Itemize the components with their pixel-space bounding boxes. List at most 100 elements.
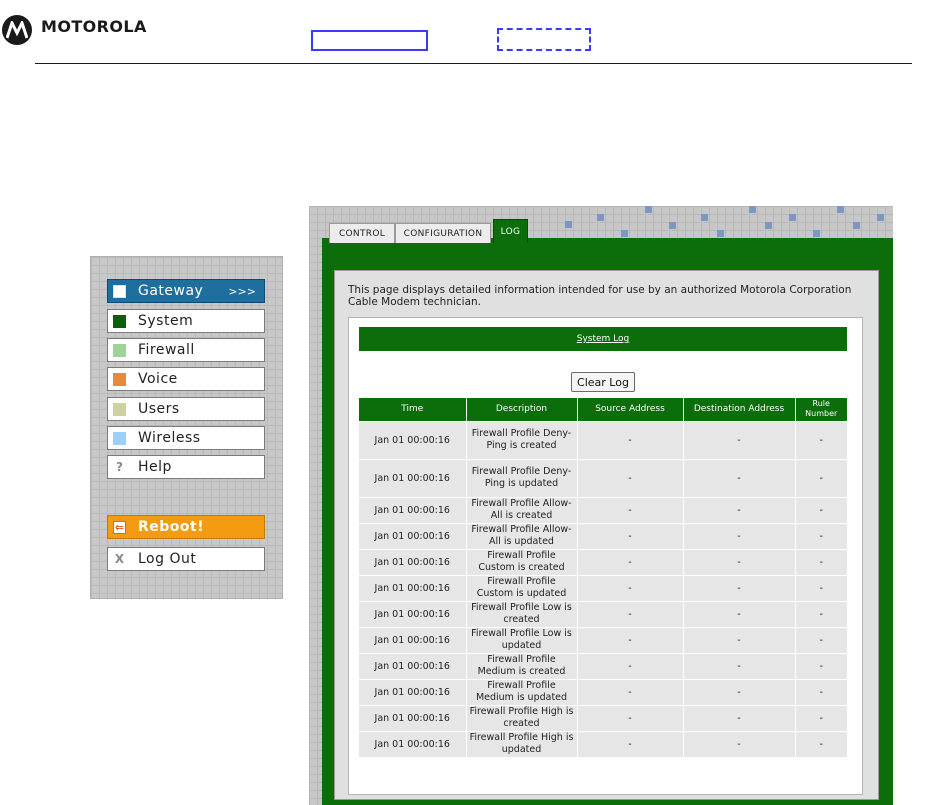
rule-cell: - bbox=[795, 600, 847, 627]
brand-name: MOTOROLA bbox=[41, 17, 147, 36]
table-row: Jan 01 00:00:16 Firewall Profile Medium … bbox=[359, 652, 847, 679]
logout-label: Log Out bbox=[138, 551, 197, 567]
table-header-row: Time Description Source Address Destinat… bbox=[359, 398, 847, 421]
sidebar-nav: Gateway >>> System Firewall Voice Users … bbox=[90, 256, 283, 599]
rule-cell: - bbox=[795, 458, 847, 497]
table-row: Jan 01 00:00:16 Firewall Profile Deny-Pi… bbox=[359, 420, 847, 459]
destination-cell: - bbox=[683, 574, 796, 601]
system-square-icon bbox=[113, 314, 126, 328]
decor-square bbox=[565, 221, 572, 228]
decor-square bbox=[717, 230, 724, 237]
decor-square bbox=[669, 222, 676, 229]
sidebar-item-label: Users bbox=[138, 401, 180, 417]
decor-square bbox=[645, 206, 652, 213]
destination-cell: - bbox=[683, 626, 796, 653]
decor-square bbox=[789, 214, 796, 221]
sidebar-item-label: System bbox=[138, 313, 194, 329]
time-cell: Jan 01 00:00:16 bbox=[359, 420, 467, 459]
time-cell: Jan 01 00:00:16 bbox=[359, 548, 467, 575]
sidebar-item-users[interactable]: Users bbox=[107, 397, 265, 421]
table-row: Jan 01 00:00:16 Firewall Profile High is… bbox=[359, 704, 847, 731]
destination-cell: - bbox=[683, 522, 796, 549]
description-cell: Firewall Profile Medium is created bbox=[466, 652, 578, 679]
destination-cell: - bbox=[683, 730, 796, 757]
table-row: Jan 01 00:00:16 Firewall Profile Low is … bbox=[359, 626, 847, 653]
column-header: Destination Address bbox=[683, 398, 796, 421]
decor-square bbox=[701, 214, 708, 221]
header-dashed-box bbox=[497, 28, 591, 51]
source-cell: - bbox=[577, 420, 684, 459]
log-table: Time Description Source Address Destinat… bbox=[359, 398, 847, 757]
firewall-square-icon bbox=[113, 343, 126, 357]
time-cell: Jan 01 00:00:16 bbox=[359, 522, 467, 549]
destination-cell: - bbox=[683, 458, 796, 497]
description-cell: Firewall Profile Deny-Ping is created bbox=[466, 420, 578, 459]
time-cell: Jan 01 00:00:16 bbox=[359, 678, 467, 705]
rule-cell: - bbox=[795, 574, 847, 601]
tab-configuration[interactable]: CONFIGURATION bbox=[395, 223, 491, 243]
destination-cell: - bbox=[683, 420, 796, 459]
system-log-link[interactable]: System Log bbox=[577, 334, 630, 344]
source-cell: - bbox=[577, 626, 684, 653]
destination-cell: - bbox=[683, 652, 796, 679]
log-title-bar: System Log bbox=[359, 327, 847, 351]
users-square-icon bbox=[113, 402, 126, 416]
destination-cell: - bbox=[683, 678, 796, 705]
sidebar-item-label: Firewall bbox=[138, 342, 195, 358]
decor-square bbox=[813, 230, 820, 237]
sidebar-item-label: Gateway bbox=[138, 283, 204, 299]
rule-cell: - bbox=[795, 522, 847, 549]
source-cell: - bbox=[577, 522, 684, 549]
rule-cell: - bbox=[795, 496, 847, 523]
time-cell: Jan 01 00:00:16 bbox=[359, 652, 467, 679]
decor-square bbox=[837, 206, 844, 213]
sidebar-item-help[interactable]: ? Help bbox=[107, 455, 265, 479]
source-cell: - bbox=[577, 678, 684, 705]
description-cell: Firewall Profile Low is updated bbox=[466, 626, 578, 653]
gateway-square-icon bbox=[113, 284, 126, 298]
sidebar-item-gateway[interactable]: Gateway >>> bbox=[107, 279, 265, 303]
sidebar-item-wireless[interactable]: Wireless bbox=[107, 426, 265, 450]
time-cell: Jan 01 00:00:16 bbox=[359, 496, 467, 523]
decor-square bbox=[749, 206, 756, 213]
voice-square-icon bbox=[113, 372, 126, 386]
sidebar-item-system[interactable]: System bbox=[107, 309, 265, 333]
sidebar-item-label: Help bbox=[138, 459, 172, 475]
decor-square bbox=[877, 214, 884, 221]
table-row: Jan 01 00:00:16 Firewall Profile Allow-A… bbox=[359, 496, 847, 523]
source-cell: - bbox=[577, 548, 684, 575]
time-cell: Jan 01 00:00:16 bbox=[359, 626, 467, 653]
table-row: Jan 01 00:00:16 Firewall Profile Deny-Pi… bbox=[359, 458, 847, 497]
tab-control[interactable]: CONTROL bbox=[329, 223, 395, 243]
logout-button[interactable]: X Log Out bbox=[107, 547, 265, 571]
system-log-panel: System Log Clear Log Time Description So… bbox=[348, 317, 863, 795]
reboot-button[interactable]: ⇐ Reboot! bbox=[107, 515, 265, 539]
sidebar-item-voice[interactable]: Voice bbox=[107, 367, 265, 391]
header-outline-box bbox=[311, 30, 428, 51]
rule-cell: - bbox=[795, 652, 847, 679]
table-row: Jan 01 00:00:16 Firewall Profile Custom … bbox=[359, 574, 847, 601]
description-cell: Firewall Profile Medium is updated bbox=[466, 678, 578, 705]
time-cell: Jan 01 00:00:16 bbox=[359, 574, 467, 601]
destination-cell: - bbox=[683, 704, 796, 731]
log-content: This page displays detailed information … bbox=[334, 270, 879, 800]
reboot-label: Reboot! bbox=[138, 519, 205, 535]
motorola-logo-icon bbox=[2, 15, 32, 45]
destination-cell: - bbox=[683, 548, 796, 575]
source-cell: - bbox=[577, 458, 684, 497]
clear-log-button[interactable]: Clear Log bbox=[571, 372, 635, 392]
column-header: Description bbox=[466, 398, 578, 421]
main-panel: CONTROL CONFIGURATION LOG This page disp… bbox=[309, 206, 893, 805]
description-cell: Firewall Profile Allow-All is updated bbox=[466, 522, 578, 549]
description-cell: Firewall Profile High is created bbox=[466, 704, 578, 731]
source-cell: - bbox=[577, 704, 684, 731]
wireless-square-icon bbox=[113, 431, 126, 445]
rule-cell: - bbox=[795, 626, 847, 653]
rule-cell: - bbox=[795, 730, 847, 757]
tab-log[interactable]: LOG bbox=[493, 219, 528, 243]
source-cell: - bbox=[577, 652, 684, 679]
arrows-icon: >>> bbox=[228, 284, 256, 298]
sidebar-item-firewall[interactable]: Firewall bbox=[107, 338, 265, 362]
help-icon: ? bbox=[116, 460, 123, 474]
column-header: Source Address bbox=[577, 398, 684, 421]
